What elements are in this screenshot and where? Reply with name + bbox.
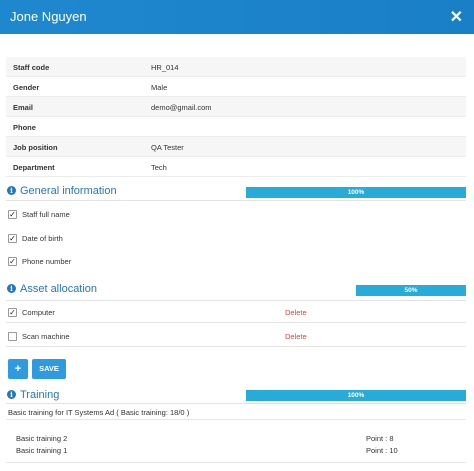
profile-row-job-position: Job position QA Tester (6, 137, 466, 157)
profile-value: Male (151, 83, 168, 92)
general-info-progress: 100% (246, 187, 466, 198)
general-info-title: General information (20, 185, 117, 197)
checkbox-label: Phone number (22, 257, 72, 266)
training-title: Training (20, 389, 60, 401)
training-progress-fill: 100% (246, 390, 466, 401)
training-description: Basic training for IT Systems Ad ( Basic… (8, 408, 190, 417)
info-icon: i (7, 284, 16, 293)
checkbox-label: Scan machine (22, 332, 70, 341)
divider (6, 322, 466, 323)
divider (6, 403, 466, 404)
training-name: Basic training 1 (16, 446, 68, 455)
training-heading: i Training (7, 389, 59, 401)
training-progress: 100% (246, 390, 466, 401)
checkbox-label: Computer (22, 308, 55, 317)
profile-label: Department (13, 163, 55, 172)
save-button[interactable]: SAVE (32, 359, 66, 379)
profile-label: Staff code (13, 63, 50, 72)
training-name: Basic training 2 (16, 434, 68, 443)
training-point: Point : 10 (366, 446, 398, 455)
asset-allocation-heading: i Asset allocation (7, 283, 97, 295)
checkbox[interactable]: ✓ (8, 308, 17, 317)
training-point: Point : 8 (366, 434, 394, 443)
checkbox[interactable]: ✓ (8, 234, 17, 243)
profile-value: QA Tester (151, 143, 184, 152)
checkbox-label: Staff full name (22, 210, 70, 219)
profile-label: Phone (13, 123, 36, 132)
info-icon: i (7, 390, 16, 399)
info-icon: i (7, 186, 16, 195)
add-asset-button[interactable]: + (8, 359, 28, 379)
profile-row-staff-code: Staff code HR_014 (6, 57, 466, 77)
checkbox[interactable]: ✓ (8, 210, 17, 219)
training-list: Basic training 2 Point : 8 Basic trainin… (6, 419, 466, 463)
profile-value: demo@gmail.com (151, 103, 212, 112)
profile-value: HR_014 (151, 63, 179, 72)
profile-label: Gender (13, 83, 40, 92)
asset-allocation-title: Asset allocation (20, 283, 98, 295)
checkbox[interactable]: ✓ (8, 257, 17, 266)
profile-row-phone: Phone (6, 117, 466, 137)
divider (6, 346, 466, 347)
profile-value: Tech (151, 163, 167, 172)
asset-allocation-progress: 50% (356, 285, 466, 296)
divider (6, 200, 466, 201)
profile-label: Job position (13, 143, 58, 152)
modal-title: Jone Nguyen (10, 9, 87, 24)
profile-row-email: Email demo@gmail.com (6, 97, 466, 117)
asset-allocation-progress-fill: 50% (356, 285, 466, 296)
close-icon[interactable]: ✕ (450, 7, 463, 27)
profile-table: Staff code HR_014 Gender Male Email demo… (6, 57, 466, 177)
profile-label: Email (13, 103, 34, 112)
delete-computer-link[interactable]: Delete (285, 308, 307, 317)
checkbox-label: Date of birth (22, 234, 63, 243)
profile-row-department: Department Tech (6, 157, 466, 177)
checkbox[interactable] (8, 332, 17, 341)
delete-scan-machine-link[interactable]: Delete (285, 332, 307, 341)
profile-row-gender: Gender Male (6, 77, 466, 97)
general-info-progress-fill: 100% (246, 187, 466, 198)
general-info-heading: i General information (7, 185, 117, 197)
divider (6, 300, 466, 301)
modal-header: Jone Nguyen ✕ (0, 0, 474, 34)
